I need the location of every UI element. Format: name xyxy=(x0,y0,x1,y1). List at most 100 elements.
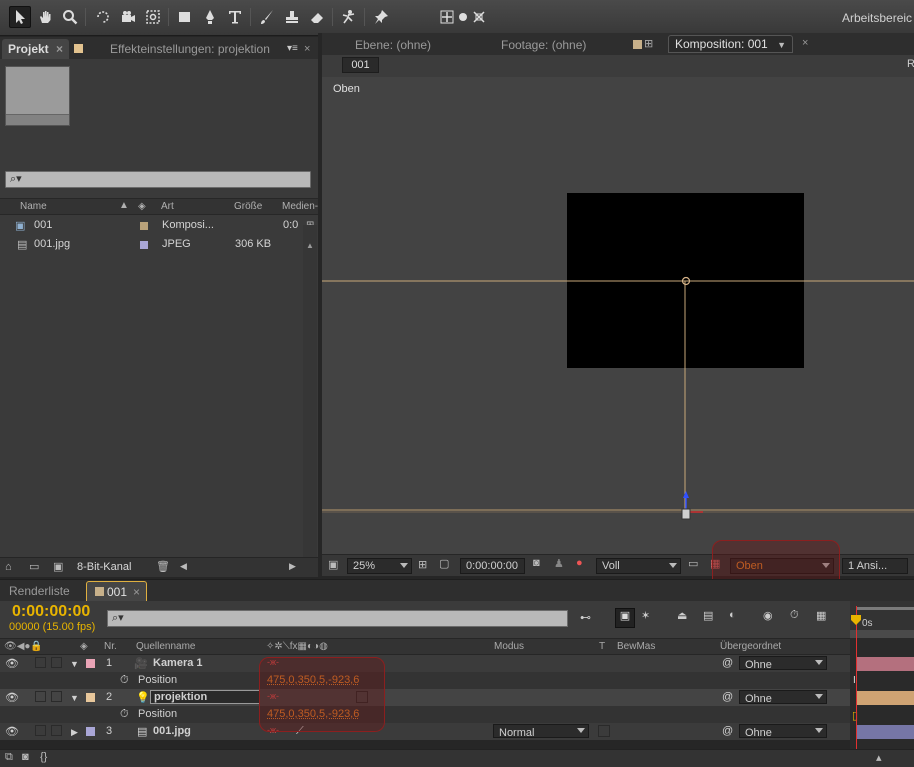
column-source-name[interactable]: Quellenname xyxy=(136,641,195,652)
close-icon[interactable]: × xyxy=(304,43,310,55)
label-swatch[interactable] xyxy=(86,693,95,702)
trash-icon[interactable]: 🗑 xyxy=(156,560,170,573)
eye-icon[interactable]: 👁 xyxy=(5,657,19,670)
timeline-search-input[interactable]: ⌕▾ xyxy=(107,610,568,627)
project-scrollbar[interactable]: ▲ xyxy=(303,225,317,557)
motion-blur-icon[interactable]: ◐ xyxy=(729,609,736,621)
toggle-in-out-icon[interactable]: {} xyxy=(40,751,47,763)
graph-editor-icon[interactable]: ◉ xyxy=(763,609,773,622)
column-trkmat[interactable]: BewMas xyxy=(617,641,655,652)
column-nr[interactable]: Nr. xyxy=(104,641,117,652)
channel-icon[interactable]: ● xyxy=(576,557,583,569)
eye-icon[interactable]: 👁 xyxy=(5,725,19,738)
zoom-tool-icon[interactable] xyxy=(59,6,81,28)
label-swatch[interactable] xyxy=(86,659,95,668)
parent-dropdown[interactable]: Ohne xyxy=(739,690,827,705)
parent-dropdown[interactable]: Ohne xyxy=(739,656,827,671)
current-time-display[interactable]: 0:00:00:00 xyxy=(12,603,90,621)
toggle-switches-icon[interactable]: ⧉ xyxy=(5,751,13,764)
layer-bar-2[interactable] xyxy=(857,691,914,705)
camera-tool-icon[interactable] xyxy=(117,6,139,28)
lock-toggle[interactable] xyxy=(51,691,62,702)
timecode-field[interactable]: 0:00:00:00 xyxy=(460,558,525,574)
resolution-dropdown[interactable]: Voll xyxy=(596,558,681,574)
close-icon[interactable]: × xyxy=(56,42,63,56)
always-preview-icon[interactable]: ▣ xyxy=(328,558,338,571)
new-folder-icon[interactable]: ▭ xyxy=(29,560,39,573)
lock-toggle[interactable] xyxy=(51,657,62,668)
interpret-footage-icon[interactable]: ⌂ xyxy=(5,561,12,573)
brush-tool-icon[interactable] xyxy=(256,6,278,28)
mask-visibility-icon[interactable]: ▢ xyxy=(439,557,449,570)
pickwhip-icon[interactable]: @ xyxy=(722,691,733,703)
label-swatch[interactable] xyxy=(140,222,148,230)
safe-zones-icon[interactable]: ⊞ xyxy=(418,558,427,571)
new-composition-icon[interactable]: ▣ xyxy=(53,560,63,573)
column-type[interactable]: Art xyxy=(161,201,174,212)
toggle-transfer-icon[interactable]: ◙ xyxy=(22,751,29,763)
timeline-graph-area[interactable]: 0s I ▯ xyxy=(850,601,914,752)
comp-navigator-button[interactable]: 001 xyxy=(342,57,379,73)
column-size[interactable]: Größe xyxy=(234,201,262,212)
tab-composition[interactable]: Komposition: 001 ▼ xyxy=(668,35,793,53)
composition-viewer[interactable]: Oben xyxy=(322,77,914,554)
hand-tool-icon[interactable] xyxy=(34,6,56,28)
layer-bar-1[interactable] xyxy=(857,657,914,671)
pickwhip-icon[interactable]: @ xyxy=(722,657,733,669)
preserve-transparency-toggle[interactable] xyxy=(598,725,610,737)
layer-row-2[interactable]: 👁 ▼ 2 💡 projektion -ж- @ Ohne xyxy=(0,689,850,706)
project-search-input[interactable]: ⌕▾ xyxy=(5,171,311,188)
stopwatch-icon[interactable]: ⏱ xyxy=(120,708,129,721)
panel-menu-icon[interactable]: ▾≡ xyxy=(287,43,298,54)
lock-icon[interactable]: ⊞ xyxy=(644,37,653,50)
tab-layer[interactable]: Ebene: (ohne) xyxy=(349,35,437,55)
layer-name[interactable]: Kamera 1 xyxy=(153,657,203,669)
pickwhip-icon[interactable]: @ xyxy=(722,725,733,737)
blend-mode-dropdown[interactable]: Normal xyxy=(493,724,589,739)
label-swatch[interactable] xyxy=(140,241,148,249)
layer-name-field[interactable]: projektion xyxy=(150,690,260,704)
tab-footage[interactable]: Footage: (ohne) xyxy=(495,35,592,55)
workspace-label[interactable]: Arbeitsbereic xyxy=(842,11,914,25)
pin-tool-icon[interactable] xyxy=(370,6,392,28)
layer-row-1[interactable]: 👁 ▼ 1 🎥 Kamera 1 -ж- @ Ohne xyxy=(0,655,850,672)
frame-blending-icon[interactable]: ▤ xyxy=(703,609,713,622)
column-t[interactable]: T xyxy=(599,641,605,652)
pan-behind-tool-icon[interactable] xyxy=(142,6,164,28)
puppet-tool-icon[interactable] xyxy=(338,6,360,28)
shy-layers-icon[interactable]: ⏏ xyxy=(677,609,687,622)
zoom-dropdown[interactable]: 25% xyxy=(347,558,412,574)
lock-toggle[interactable] xyxy=(51,725,62,736)
pen-tool-icon[interactable] xyxy=(199,6,221,28)
work-area-bar[interactable] xyxy=(856,607,914,610)
label-swatch[interactable] xyxy=(86,727,95,736)
scroll-right-icon[interactable]: ▶ xyxy=(289,561,296,572)
clone-stamp-tool-icon[interactable] xyxy=(281,6,303,28)
snapshot-icon[interactable]: ◙ xyxy=(533,557,540,569)
column-name[interactable]: Name xyxy=(20,201,47,212)
stopwatch-icon[interactable]: ⏱ xyxy=(790,609,799,622)
chevron-down-icon[interactable]: ▼ xyxy=(70,693,79,703)
region-of-interest-icon[interactable]: ▭ xyxy=(688,557,698,570)
solo-toggle[interactable] xyxy=(35,725,46,736)
scroll-left-icon[interactable]: ◀ xyxy=(180,561,187,572)
selection-tool-icon[interactable] xyxy=(9,6,31,28)
tab-timeline-001[interactable]: 001 × xyxy=(86,581,148,602)
eye-icon[interactable]: 👁 xyxy=(5,691,19,704)
column-mode[interactable]: Modus xyxy=(494,641,524,652)
show-snapshot-icon[interactable]: ♟ xyxy=(554,557,564,570)
draft-3d-icon[interactable]: ✶ xyxy=(641,609,650,622)
project-item-001-jpg[interactable]: ▤ 001.jpg JPEG 306 KB xyxy=(0,235,303,254)
solo-toggle[interactable] xyxy=(35,691,46,702)
type-tool-icon[interactable] xyxy=(224,6,246,28)
chevron-down-icon[interactable]: ▼ xyxy=(777,40,786,50)
label-tag-icon[interactable]: ◈ xyxy=(138,201,146,212)
close-icon[interactable]: × xyxy=(802,37,808,49)
layer-row-3[interactable]: 👁 ▶ 3 ▤ 001.jpg -ж- ⟋ Normal @ Ohne xyxy=(0,723,850,740)
bit-depth-button[interactable]: 8-Bit-Kanal xyxy=(77,561,131,573)
project-item-001[interactable]: ▣ 001 Komposi... 0:0 xyxy=(0,216,303,235)
column-media[interactable]: Medien- xyxy=(282,201,318,212)
layer-name[interactable]: 001.jpg xyxy=(153,725,191,737)
solo-toggle[interactable] xyxy=(35,657,46,668)
live-update-icon[interactable]: ▣ xyxy=(615,608,635,628)
